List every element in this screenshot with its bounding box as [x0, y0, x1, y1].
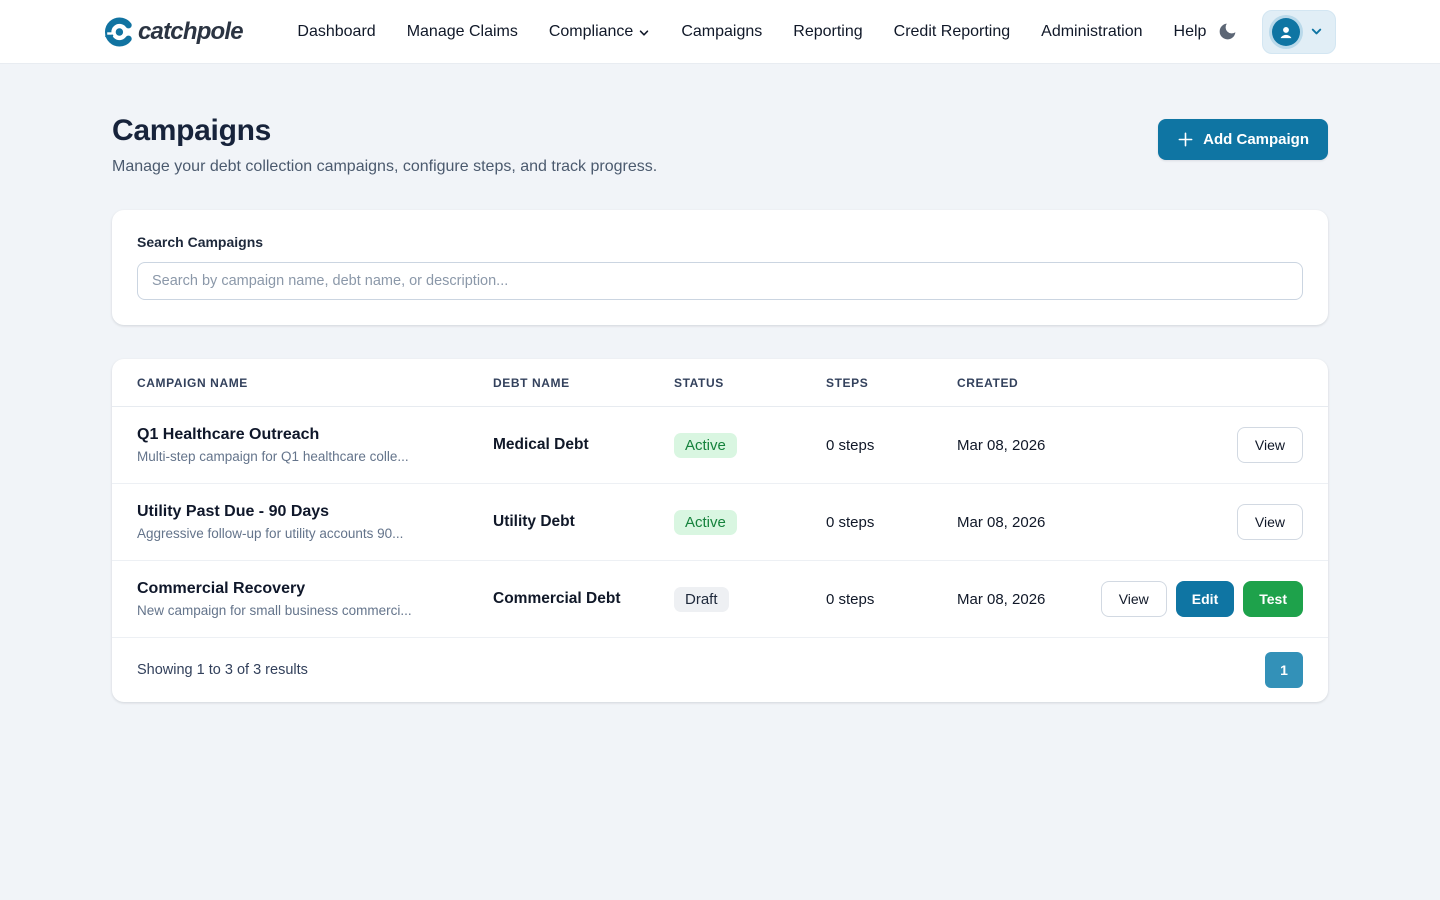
add-campaign-button[interactable]: Add Campaign — [1158, 119, 1328, 160]
campaign-description: Aggressive follow-up for utility account… — [137, 526, 493, 541]
status-badge: Active — [674, 510, 737, 535]
table-row: Utility Past Due - 90 Days Aggressive fo… — [112, 484, 1328, 561]
nav-item-reporting[interactable]: Reporting — [793, 23, 862, 41]
view-button[interactable]: View — [1237, 427, 1303, 463]
nav-item-administration[interactable]: Administration — [1041, 23, 1142, 41]
column-header-debt-name: DEBT NAME — [493, 376, 674, 390]
user-menu-button[interactable] — [1262, 10, 1336, 54]
brand-logo[interactable]: catchpole — [104, 17, 243, 47]
page-header: Campaigns Manage your debt collection ca… — [112, 114, 1328, 176]
page-subtitle: Manage your debt collection campaigns, c… — [112, 158, 657, 176]
status-cell: Active — [674, 433, 826, 458]
search-input[interactable] — [137, 262, 1303, 300]
main-content: Campaigns Manage your debt collection ca… — [112, 114, 1328, 702]
logo-wordmark: catchpole — [138, 18, 243, 46]
status-badge: Draft — [674, 587, 729, 612]
row-actions: View — [1123, 504, 1303, 540]
chevron-down-icon — [1310, 25, 1323, 38]
column-header-status: STATUS — [674, 376, 826, 390]
campaign-name: Commercial Recovery — [137, 580, 493, 598]
status-badge: Active — [674, 433, 737, 458]
debt-name: Utility Debt — [493, 513, 674, 531]
table-footer: Showing 1 to 3 of 3 results 1 — [112, 638, 1328, 702]
view-button[interactable]: View — [1101, 581, 1167, 617]
search-label: Search Campaigns — [137, 234, 1303, 250]
created-date: Mar 08, 2026 — [957, 437, 1123, 454]
primary-nav: Dashboard Manage Claims Compliance Campa… — [251, 23, 1206, 41]
chevron-down-icon — [638, 25, 650, 39]
steps-count: 0 steps — [826, 514, 957, 531]
column-header-steps: STEPS — [826, 376, 957, 390]
nav-item-help[interactable]: Help — [1174, 23, 1207, 41]
debt-name: Medical Debt — [493, 436, 674, 454]
row-actions: View — [1123, 427, 1303, 463]
avatar — [1272, 18, 1300, 46]
steps-count: 0 steps — [826, 437, 957, 454]
moon-icon — [1217, 21, 1238, 42]
campaigns-table: CAMPAIGN NAME DEBT NAME STATUS STEPS CRE… — [112, 359, 1328, 702]
nav-item-campaigns[interactable]: Campaigns — [681, 23, 762, 41]
debt-name: Commercial Debt — [493, 590, 674, 608]
results-summary: Showing 1 to 3 of 3 results — [137, 662, 308, 678]
pagination-page-1-button[interactable]: 1 — [1265, 652, 1303, 688]
campaign-name: Utility Past Due - 90 Days — [137, 503, 493, 521]
nav-right-controls — [1215, 10, 1336, 54]
campaign-description: New campaign for small business commerci… — [137, 603, 493, 618]
table-header-row: CAMPAIGN NAME DEBT NAME STATUS STEPS CRE… — [112, 359, 1328, 407]
test-button[interactable]: Test — [1243, 581, 1303, 617]
dark-mode-toggle[interactable] — [1215, 19, 1240, 44]
nav-item-dashboard[interactable]: Dashboard — [297, 23, 375, 41]
top-navigation-bar: catchpole Dashboard Manage Claims Compli… — [0, 0, 1440, 64]
steps-count: 0 steps — [826, 591, 957, 608]
row-actions: View Edit Test — [1123, 581, 1303, 617]
edit-button[interactable]: Edit — [1176, 581, 1234, 617]
column-header-campaign-name: CAMPAIGN NAME — [137, 376, 493, 390]
status-cell: Draft — [674, 587, 826, 612]
nav-item-credit-reporting[interactable]: Credit Reporting — [894, 23, 1011, 41]
campaign-name-cell: Utility Past Due - 90 Days Aggressive fo… — [137, 503, 493, 541]
page-title: Campaigns — [112, 114, 657, 148]
view-button[interactable]: View — [1237, 504, 1303, 540]
nav-item-compliance[interactable]: Compliance — [549, 23, 650, 41]
campaign-description: Multi-step campaign for Q1 healthcare co… — [137, 449, 493, 464]
created-date: Mar 08, 2026 — [957, 591, 1123, 608]
table-row: Q1 Healthcare Outreach Multi-step campai… — [112, 407, 1328, 484]
column-header-created: CREATED — [957, 376, 1123, 390]
campaign-name-cell: Commercial Recovery New campaign for sma… — [137, 580, 493, 618]
campaign-name: Q1 Healthcare Outreach — [137, 426, 493, 444]
created-date: Mar 08, 2026 — [957, 514, 1123, 531]
search-panel: Search Campaigns — [112, 210, 1328, 325]
campaign-name-cell: Q1 Healthcare Outreach Multi-step campai… — [137, 426, 493, 464]
logo-icon — [104, 17, 134, 47]
plus-icon — [1177, 131, 1194, 148]
table-row: Commercial Recovery New campaign for sma… — [112, 561, 1328, 638]
status-cell: Active — [674, 510, 826, 535]
nav-item-manage-claims[interactable]: Manage Claims — [407, 23, 518, 41]
